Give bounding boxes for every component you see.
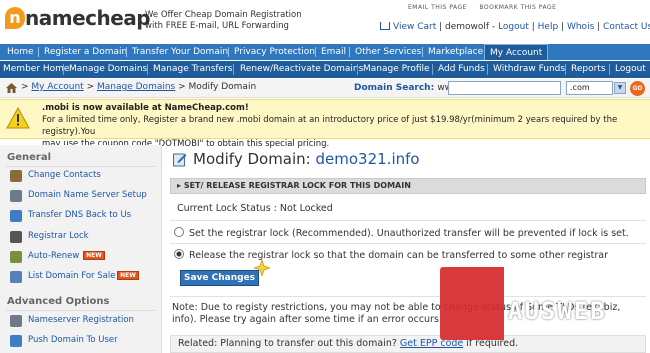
nav-other-services[interactable]: Other Services xyxy=(355,44,421,60)
nav-register-domain[interactable]: Register a Domain xyxy=(44,44,127,60)
option-set-lock[interactable]: Set the registrar lock (Recommended). Un… xyxy=(174,227,629,239)
logo-text: namecheap xyxy=(25,6,151,30)
namecheap-logo[interactable]: n namecheap xyxy=(5,4,151,36)
home-icon[interactable] xyxy=(6,83,17,93)
contacts-icon xyxy=(10,170,22,182)
save-changes-button[interactable]: Save Changes xyxy=(180,270,259,286)
view-cart-link[interactable]: View Cart xyxy=(393,22,436,32)
new-badge: NEW xyxy=(117,271,139,280)
transfer-icon xyxy=(10,210,22,222)
subnav-member-home[interactable]: Member Home xyxy=(3,61,69,78)
nav-email[interactable]: Email xyxy=(321,44,346,60)
nav-privacy-protection[interactable]: Privacy Protection xyxy=(234,44,315,60)
account-links: View Cart | demowolf - Logout | Help | W… xyxy=(380,22,650,32)
site-header: n namecheap We Offer Cheap Domain Regist… xyxy=(0,0,650,44)
section-header: ▸ SET/ RELEASE REGISTRAR LOCK FOR THIS D… xyxy=(170,178,646,194)
set-lock-radio[interactable] xyxy=(174,227,184,237)
alert-title: .mobi is now available at NameCheap.com! xyxy=(42,103,249,113)
breadcrumb-manage-domains[interactable]: Manage Domains xyxy=(97,82,175,92)
subnav-manage-domains[interactable]: Manage Domains xyxy=(69,61,147,78)
go-button[interactable]: GO xyxy=(630,81,645,96)
sub-nav: Member Home Manage Domains Manage Transf… xyxy=(0,61,650,78)
email-this-page-link[interactable]: EMAIL THIS PAGE xyxy=(408,4,467,11)
contact-us-link[interactable]: Contact Us xyxy=(603,22,650,32)
subnav-renew-domains[interactable]: Renew/Reactivate Domains xyxy=(240,61,363,78)
subnav-manage-transfers[interactable]: Manage Transfers xyxy=(153,61,233,78)
page-tools: EMAIL THIS PAGE BOOKMARK THIS PAGE xyxy=(408,4,566,11)
watermark: AUSWEB xyxy=(440,267,646,340)
push-icon xyxy=(10,335,22,347)
subnav-logout[interactable]: Logout xyxy=(615,61,646,78)
dns-icon xyxy=(10,190,22,202)
promo-alert: .mobi is now available at NameCheap.com!… xyxy=(0,99,650,149)
breadcrumb-bar: > My Account > Manage Domains > Modify D… xyxy=(0,79,650,98)
cart-icon[interactable] xyxy=(380,22,390,30)
breadcrumb-current: Modify Domain xyxy=(188,82,257,92)
domain-name: demo321.info xyxy=(315,150,420,168)
watermark-text: AUSWEB xyxy=(508,297,607,325)
nav-my-account[interactable]: My Account xyxy=(484,44,549,60)
sale-icon xyxy=(10,271,22,283)
new-badge: NEW xyxy=(83,251,105,260)
nameserver-icon xyxy=(10,315,22,327)
breadcrumb: > My Account > Manage Domains > Modify D… xyxy=(21,82,257,92)
tagline-line1: We Offer Cheap Domain Registration xyxy=(145,10,302,20)
breadcrumb-my-account[interactable]: My Account xyxy=(31,82,83,92)
warning-icon xyxy=(6,107,30,129)
help-link[interactable]: Help xyxy=(538,22,559,32)
subnav-manage-profile[interactable]: Manage Profile xyxy=(363,61,430,78)
bookmark-this-page-link[interactable]: BOOKMARK THIS PAGE xyxy=(479,4,556,11)
tld-select[interactable]: .com xyxy=(566,81,613,95)
tagline-line2: with FREE E-mail, URL Forwarding xyxy=(145,21,289,31)
lock-status-value: Not Locked xyxy=(279,203,333,214)
sidebar: General Change Contacts Domain Name Serv… xyxy=(0,145,162,353)
logout-link[interactable]: Logout xyxy=(498,22,529,32)
chevron-down-icon[interactable]: ▼ xyxy=(614,82,626,94)
sidebar-general-title: General xyxy=(7,152,51,163)
subnav-add-funds[interactable]: Add Funds xyxy=(438,61,485,78)
page-title: Modify Domain: demo321.info xyxy=(193,150,420,168)
lock-status: Current Lock Status : Not Locked xyxy=(177,203,333,214)
logo-mark-icon: n xyxy=(5,7,25,29)
nav-home[interactable]: Home xyxy=(7,44,34,60)
alert-line2: For a limited time only, Register a bran… xyxy=(42,115,618,137)
lock-icon xyxy=(10,231,22,243)
alert-text: .mobi is now available at NameCheap.com!… xyxy=(42,102,646,150)
main-nav: Home Register a Domain Transfer Your Dom… xyxy=(0,44,650,60)
subnav-reports[interactable]: Reports xyxy=(571,61,606,78)
domain-search-label: Domain Search: www. xyxy=(354,83,461,93)
cursor-sparkle-icon xyxy=(254,260,270,276)
domain-search-input[interactable] xyxy=(448,81,561,95)
tagline: We Offer Cheap Domain Registration with … xyxy=(145,10,302,32)
nav-transfer-domain[interactable]: Transfer Your Domain xyxy=(132,44,228,60)
watermark-red-block xyxy=(440,267,504,340)
renew-icon xyxy=(10,251,22,263)
username: demowolf xyxy=(445,22,490,32)
nav-marketplace[interactable]: Marketplace xyxy=(428,44,483,60)
release-lock-radio[interactable] xyxy=(174,249,184,259)
option-release-lock[interactable]: Release the registrar lock so that the d… xyxy=(174,249,608,261)
sidebar-advanced-title: Advanced Options xyxy=(7,296,110,307)
whois-link[interactable]: Whois xyxy=(567,22,594,32)
subnav-withdraw-funds[interactable]: Withdraw Funds xyxy=(493,61,565,78)
